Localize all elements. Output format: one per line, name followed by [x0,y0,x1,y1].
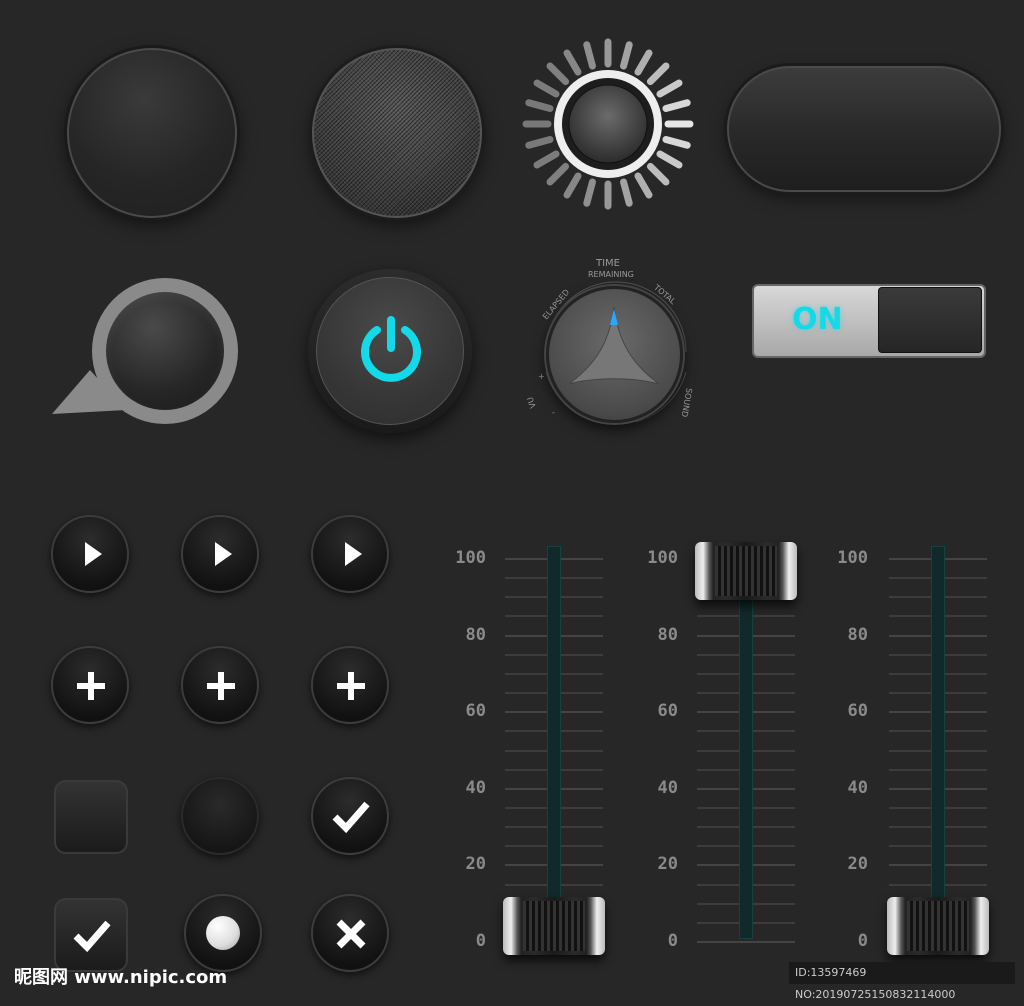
scale-label: 40 [657,777,678,798]
pill-button[interactable] [727,66,1001,192]
play-icon [85,542,102,566]
scale-label: 100 [647,548,678,568]
spinner-ray [620,178,633,207]
spinner-ray [546,62,570,86]
slider-handle-grip [715,546,777,596]
spinner-ray [563,49,582,76]
check-button[interactable] [311,777,389,855]
spinner-ray [546,162,570,186]
power-button[interactable] [316,277,464,425]
play-icon [345,542,362,566]
scale-label: 40 [465,777,486,798]
close-icon [336,919,366,949]
time-knob[interactable] [546,286,683,423]
close-button[interactable] [311,894,389,972]
slider-handle[interactable] [887,897,989,955]
scale-label: 20 [847,854,868,875]
check-icon [73,920,111,953]
scale-label: 0 [667,931,678,951]
plus-button-3[interactable] [311,646,389,724]
image-id-bar: ID:13597469 NO:20190725150832114000 [789,962,1015,1001]
spinner-ray [583,41,596,70]
radio-unselected[interactable] [181,777,259,855]
chat-bubble-face [106,292,224,410]
scale-label: 60 [465,701,486,722]
spinner-ray [563,172,582,199]
play-icon [215,542,232,566]
checkbox-unchecked[interactable] [54,780,128,854]
spinner-ray [634,49,653,76]
round-button-mesh[interactable] [312,48,482,218]
spinner-ray [662,136,691,149]
spinner-ray [646,62,670,86]
toggle-label: ON [792,302,843,337]
scale-label: 100 [837,548,868,568]
scale-label: 20 [657,854,678,875]
spinner-ray [533,79,560,98]
check-icon [332,801,370,834]
scale-tick [697,941,795,943]
slider-handle[interactable] [503,897,605,955]
scale-label: 20 [465,854,486,875]
spinner-ray [646,162,670,186]
scale-label: 80 [465,624,486,645]
play-button-2[interactable] [181,515,259,593]
plus-icon [207,672,235,700]
spinner-knob-cap [568,84,648,164]
scale-label: 100 [455,548,486,568]
scale-label: 0 [857,931,868,951]
slider-track[interactable] [739,546,753,939]
play-button-3[interactable] [311,515,389,593]
plus-button-2[interactable] [181,646,259,724]
scale-label: 80 [847,624,868,645]
knob-indicator [568,306,660,385]
watermark: 昵图网 www.nipic.com [14,967,228,988]
scale-label: 60 [657,701,678,722]
scale-label: 60 [847,701,868,722]
spinner-ray [662,99,691,112]
spinner-ray [525,99,554,112]
scale-label: 0 [475,931,486,951]
slider-track[interactable] [547,546,561,939]
radio-selected[interactable] [184,894,262,972]
loading-spinner-knob[interactable] [522,38,694,210]
plus-icon [77,672,105,700]
spinner-ray [525,136,554,149]
plus-button-1[interactable] [51,646,129,724]
plus-icon [337,672,365,700]
slider-handle-grip [523,901,585,951]
radio-dot-icon [206,916,240,950]
spinner-ray [656,150,683,169]
slider-handle-grip [907,901,969,951]
slider-handle[interactable] [695,542,797,600]
spinner-ray [583,178,596,207]
spinner-ray [620,41,633,70]
spinner-ray [656,79,683,98]
power-icon [361,316,421,382]
scale-label: 80 [657,624,678,645]
spinner-ray [634,172,653,199]
round-button-plain[interactable] [67,48,237,218]
checkbox-checked[interactable] [54,898,128,972]
play-button-1[interactable] [51,515,129,593]
scale-label: 40 [847,777,868,798]
spinner-ray [533,150,560,169]
slider-track[interactable] [931,546,945,939]
toggle-thumb[interactable] [878,287,982,353]
